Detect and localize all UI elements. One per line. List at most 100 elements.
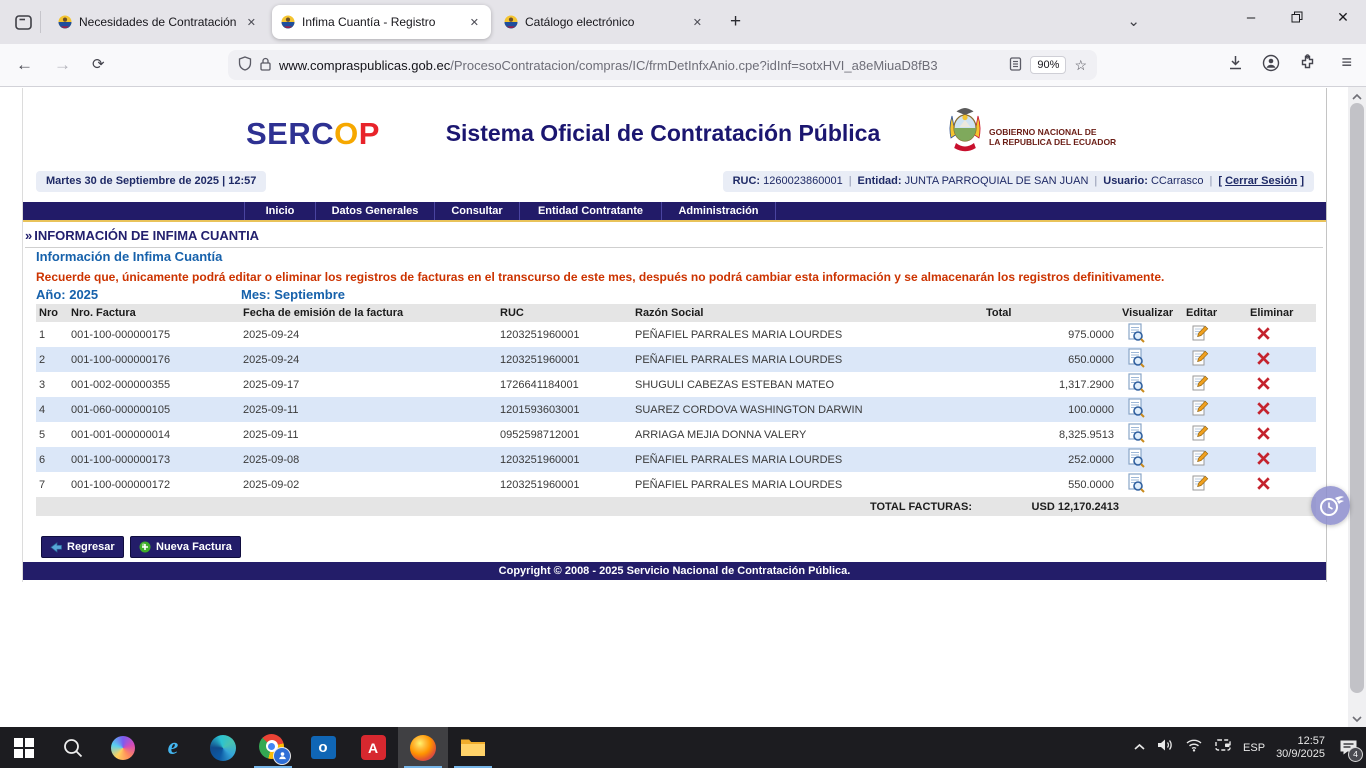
- table-total-row: TOTAL FACTURAS: USD 12,170.2413: [36, 497, 1316, 516]
- shield-icon[interactable]: [238, 56, 252, 74]
- browser-tab-strip: Necesidades de Contratación y ✕ Infima C…: [0, 0, 1366, 44]
- ecuador-favicon-icon: [504, 15, 518, 29]
- extension-float-button[interactable]: [1311, 486, 1350, 525]
- tab-catalogo[interactable]: Catálogo electrónico ✕: [495, 5, 714, 39]
- wifi-icon[interactable]: [1185, 738, 1203, 757]
- account-icon[interactable]: [1262, 54, 1280, 77]
- col-header-fecha: Fecha de emisión de la factura: [240, 304, 497, 322]
- visualizar-icon[interactable]: [1128, 373, 1145, 396]
- firefox-view-icon[interactable]: [8, 7, 38, 37]
- nav-item-entidad-contratante[interactable]: Entidad Contratante: [520, 202, 662, 220]
- action-center-icon[interactable]: 4: [1336, 736, 1360, 760]
- eliminar-icon[interactable]: [1256, 451, 1271, 469]
- page-content: SERCOP Sistema Oficial de Contratación P…: [22, 88, 1327, 582]
- eliminar-icon[interactable]: [1256, 476, 1271, 494]
- cell-factura: 001-100-000000175: [68, 322, 240, 347]
- eliminar-icon[interactable]: [1256, 401, 1271, 419]
- editar-icon[interactable]: [1192, 400, 1209, 420]
- start-button[interactable]: [0, 727, 48, 768]
- cell-factura: 001-100-000000176: [68, 347, 240, 372]
- scrollbar-thumb[interactable]: [1350, 103, 1364, 693]
- visualizar-icon[interactable]: [1128, 398, 1145, 421]
- reload-button[interactable]: ⟳: [92, 53, 105, 77]
- language-indicator[interactable]: ESP: [1243, 742, 1265, 754]
- new-tab-button[interactable]: +: [724, 11, 747, 33]
- connect-display-icon[interactable]: [1214, 738, 1232, 757]
- visualizar-icon[interactable]: [1128, 323, 1145, 346]
- page-scrollbar[interactable]: [1348, 87, 1366, 727]
- nav-item-inicio[interactable]: Inicio: [245, 202, 316, 220]
- nav-item-datos-generales[interactable]: Datos Generales: [316, 202, 435, 220]
- cell-total: 650.0000: [978, 347, 1119, 372]
- bookmark-star-icon[interactable]: ☆: [1074, 57, 1087, 74]
- taskbar-edge-icon[interactable]: [198, 727, 248, 768]
- back-button[interactable]: ←: [16, 53, 33, 77]
- col-header-ruc: RUC: [497, 304, 632, 322]
- cell-ruc: 0952598712001: [497, 422, 632, 447]
- entidad-label: Entidad:: [858, 175, 902, 187]
- taskbar-clock[interactable]: 12:57 30/9/2025: [1276, 735, 1325, 761]
- nueva-factura-button[interactable]: Nueva Factura: [130, 536, 241, 558]
- volume-icon[interactable]: [1157, 738, 1174, 757]
- tab-necesidades[interactable]: Necesidades de Contratación y ✕: [49, 5, 268, 39]
- taskbar-copilot-icon[interactable]: [98, 727, 148, 768]
- window-close-button[interactable]: ✕: [1320, 0, 1366, 34]
- cell-fecha: 2025-09-17: [240, 372, 497, 397]
- editar-icon[interactable]: [1192, 325, 1209, 345]
- tray-chevron-up-icon[interactable]: [1133, 739, 1146, 757]
- browser-toolbar: ← → ⟳ www.compraspublicas.gob.ec/Proceso…: [0, 44, 1366, 87]
- list-tabs-chevron-icon[interactable]: ⌄: [1127, 12, 1140, 30]
- table-row: 7 001-100-000000172 2025-09-02 120325196…: [36, 472, 1316, 497]
- taskbar-date: 30/9/2025: [1276, 748, 1325, 761]
- warning-text: Recuerde que, únicamente podrá editar o …: [36, 270, 1164, 284]
- nav-item-consultar[interactable]: Consultar: [435, 202, 520, 220]
- hamburger-menu-icon[interactable]: ≡: [1341, 52, 1352, 73]
- taskbar-firefox-icon[interactable]: [398, 727, 448, 768]
- visualizar-icon[interactable]: [1128, 423, 1145, 446]
- lock-icon[interactable]: [260, 57, 271, 74]
- taskbar-chrome-icon[interactable]: [248, 727, 298, 768]
- forward-button[interactable]: →: [54, 53, 71, 77]
- tab-close-icon[interactable]: ✕: [690, 15, 705, 30]
- taskbar-outlook-icon[interactable]: o: [298, 727, 348, 768]
- zoom-level-badge[interactable]: 90%: [1030, 56, 1066, 74]
- taskbar-file-explorer-icon[interactable]: [448, 727, 498, 768]
- window-minimize-button[interactable]: –: [1228, 0, 1274, 34]
- tab-close-icon[interactable]: ✕: [467, 15, 482, 30]
- regresar-button[interactable]: Regresar: [41, 536, 124, 558]
- eliminar-icon[interactable]: [1256, 426, 1271, 444]
- scroll-up-arrow-icon[interactable]: [1351, 90, 1363, 102]
- cell-razon: PEÑAFIEL PARRALES MARIA LOURDES: [632, 447, 978, 472]
- visualizar-icon[interactable]: [1128, 348, 1145, 371]
- taskbar-acrobat-icon[interactable]: A: [348, 727, 398, 768]
- nav-item-administracion[interactable]: Administración: [662, 202, 776, 220]
- editar-icon[interactable]: [1192, 350, 1209, 370]
- logout-link[interactable]: Cerrar Sesión: [1225, 175, 1297, 187]
- editar-icon[interactable]: [1192, 475, 1209, 495]
- editar-icon[interactable]: [1192, 450, 1209, 470]
- extensions-puzzle-icon[interactable]: [1299, 54, 1316, 76]
- editar-icon[interactable]: [1192, 375, 1209, 395]
- tab-close-icon[interactable]: ✕: [244, 15, 259, 30]
- table-row: 3 001-002-000000355 2025-09-17 172664118…: [36, 372, 1316, 397]
- cell-ruc: 1203251960001: [497, 347, 632, 372]
- visualizar-icon[interactable]: [1128, 473, 1145, 496]
- scroll-down-arrow-icon[interactable]: [1351, 712, 1363, 724]
- tab-infima-cuantia[interactable]: Infima Cuantía - Registro ✕: [272, 5, 491, 39]
- copyright-footer: Copyright © 2008 - 2025 Servicio Naciona…: [23, 562, 1326, 580]
- section-title: Información de Infima Cuantía: [36, 249, 222, 264]
- plus-circle-icon: [139, 541, 151, 553]
- url-bar[interactable]: www.compraspublicas.gob.ec/ProcesoContra…: [228, 50, 1097, 80]
- window-restore-button[interactable]: [1274, 0, 1320, 34]
- visualizar-icon[interactable]: [1128, 448, 1145, 471]
- downloads-icon[interactable]: [1227, 54, 1244, 76]
- cell-factura: 001-001-000000014: [68, 422, 240, 447]
- eliminar-icon[interactable]: [1256, 326, 1271, 344]
- editar-icon[interactable]: [1192, 425, 1209, 445]
- taskbar-internet-explorer-icon[interactable]: e: [148, 727, 198, 768]
- taskbar-search-icon[interactable]: [48, 727, 98, 768]
- eliminar-icon[interactable]: [1256, 376, 1271, 394]
- eliminar-icon[interactable]: [1256, 351, 1271, 369]
- reader-mode-icon[interactable]: [1009, 57, 1022, 74]
- cell-total: 100.0000: [978, 397, 1119, 422]
